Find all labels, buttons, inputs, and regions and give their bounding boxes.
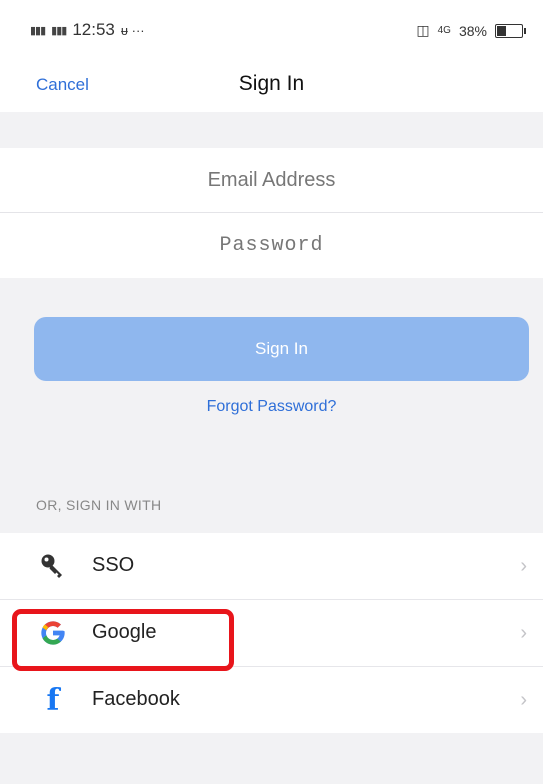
facebook-icon: f — [46, 682, 60, 718]
status-extra: ᵾ ··· — [120, 22, 145, 38]
credentials-form — [0, 148, 543, 278]
password-field[interactable] — [0, 213, 543, 277]
email-field[interactable] — [0, 148, 543, 212]
signal-icon: ▮▮▮ — [30, 24, 46, 37]
password-field-row — [0, 213, 543, 277]
vibrate-icon: ◫ — [416, 22, 430, 38]
alt-signin-header: OR, SIGN IN WITH — [36, 497, 162, 513]
sso-option[interactable]: SSO › — [0, 533, 543, 600]
chevron-right-icon: › — [520, 555, 527, 577]
status-bar-right: ◫ 4G 38% — [416, 22, 526, 39]
key-icon — [38, 551, 68, 581]
status-bar: ▮▮▮ ▮▮▮ 12:53 ᵾ ··· ◫ 4G 38% — [0, 0, 543, 62]
facebook-label: Facebook — [92, 688, 180, 710]
google-icon — [38, 618, 68, 648]
network-type: 4G — [437, 25, 451, 36]
sso-label: SSO — [92, 554, 135, 576]
section-spacer — [0, 112, 543, 148]
email-field-row — [0, 148, 543, 213]
facebook-option[interactable]: f Facebook › — [0, 667, 543, 733]
chevron-right-icon: › — [520, 689, 527, 711]
google-label: Google — [92, 621, 157, 643]
status-bar-left: ▮▮▮ ▮▮▮ 12:53 ᵾ ··· — [30, 20, 145, 40]
forgot-password-link[interactable]: Forgot Password? — [0, 398, 543, 416]
status-time: 12:53 — [72, 20, 115, 39]
navigation-bar: Cancel Sign In — [0, 62, 543, 112]
page-title: Sign In — [238, 72, 305, 95]
google-option[interactable]: Google › — [0, 600, 543, 667]
sign-in-button[interactable]: Sign In — [34, 317, 529, 381]
alt-signin-list: SSO › Google › f Facebook › — [0, 533, 543, 733]
battery-icon — [495, 23, 526, 38]
battery-percent: 38% — [458, 22, 487, 39]
chevron-right-icon: › — [520, 622, 527, 644]
signal-icon-2: ▮▮▮ — [51, 24, 67, 37]
